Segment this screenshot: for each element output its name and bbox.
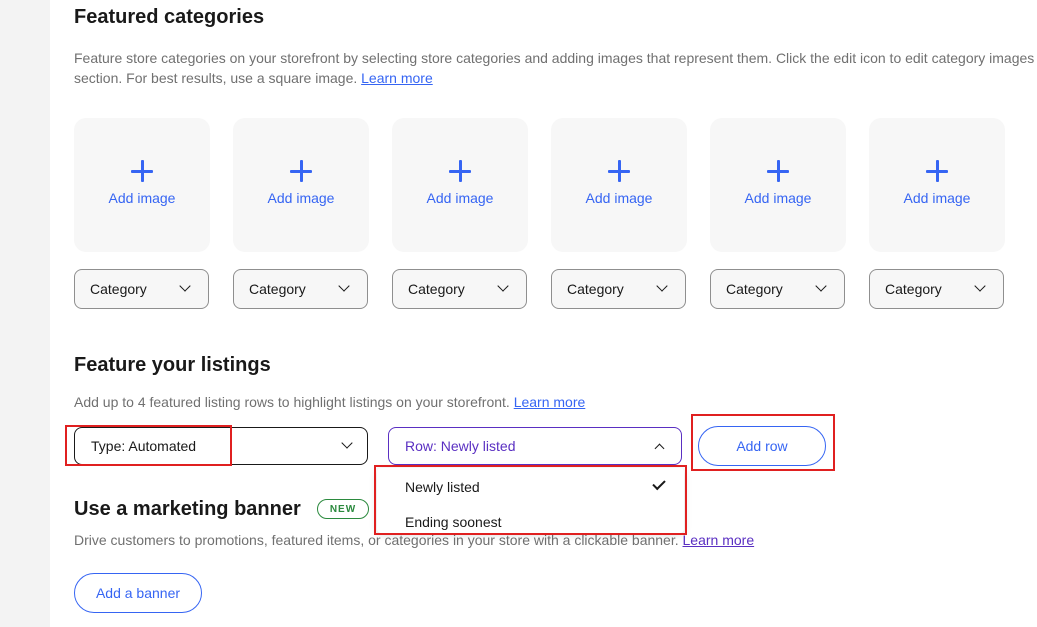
plus-icon [131, 160, 153, 182]
row-dropdown-menu: Newly listed Ending soonest [377, 468, 684, 533]
chevron-down-icon [656, 280, 668, 292]
add-image-tile-4[interactable]: Add image [551, 118, 687, 252]
plus-icon [608, 160, 630, 182]
plus-icon [449, 160, 471, 182]
category-select-label: Category [726, 281, 783, 297]
add-image-tile-1[interactable]: Add image [74, 118, 210, 252]
category-select-5[interactable]: Category [710, 269, 845, 309]
feature-listings-learn-more-link[interactable]: Learn more [514, 394, 586, 410]
add-image-label: Add image [267, 190, 335, 206]
listing-row-select[interactable]: Row: Newly listed [388, 427, 682, 465]
add-image-tile-3[interactable]: Add image [392, 118, 528, 252]
featured-categories-description: Feature store categories on your storefr… [74, 50, 1035, 86]
chevron-down-icon [974, 280, 986, 292]
feature-listings-description: Add up to 4 featured listing rows to hig… [74, 394, 586, 410]
chevron-down-icon [179, 280, 191, 292]
row-option-newly-listed[interactable]: Newly listed [405, 479, 480, 495]
category-select-2[interactable]: Category [233, 269, 368, 309]
row-option-ending-soonest[interactable]: Ending soonest [405, 514, 502, 530]
plus-icon [290, 160, 312, 182]
listing-type-select[interactable]: Type: Automated [74, 427, 368, 465]
add-image-label: Add image [744, 190, 812, 206]
category-select-label: Category [885, 281, 942, 297]
plus-icon [767, 160, 789, 182]
chevron-down-icon [338, 280, 350, 292]
add-image-tile-5[interactable]: Add image [710, 118, 846, 252]
marketing-banner-title: Use a marketing banner [74, 498, 301, 520]
chevron-up-icon [654, 443, 665, 454]
listing-row-value: Row: Newly listed [405, 438, 516, 454]
left-gutter [0, 0, 50, 627]
category-select-label: Category [249, 281, 306, 297]
checkmark-icon [652, 476, 666, 491]
add-image-tile-2[interactable]: Add image [233, 118, 369, 252]
category-select-label: Category [567, 281, 624, 297]
featured-categories-title: Featured categories [74, 6, 265, 28]
new-badge: NEW [317, 499, 369, 519]
add-image-label: Add image [426, 190, 494, 206]
feature-listings-title: Feature your listings [74, 354, 271, 376]
category-select-3[interactable]: Category [392, 269, 527, 309]
add-image-tile-6[interactable]: Add image [869, 118, 1005, 252]
add-banner-button[interactable]: Add a banner [74, 573, 202, 613]
marketing-banner-learn-more-link[interactable]: Learn more [683, 532, 755, 548]
category-select-label: Category [408, 281, 465, 297]
category-select-label: Category [90, 281, 147, 297]
category-select-4[interactable]: Category [551, 269, 686, 309]
category-select-6[interactable]: Category [869, 269, 1004, 309]
listing-type-value: Type: Automated [91, 438, 197, 454]
plus-icon [926, 160, 948, 182]
add-image-label: Add image [585, 190, 653, 206]
featured-categories-learn-more-link[interactable]: Learn more [361, 70, 433, 86]
chevron-down-icon [815, 280, 827, 292]
add-image-label: Add image [903, 190, 971, 206]
marketing-banner-description: Drive customers to promotions, featured … [74, 532, 755, 548]
chevron-down-icon [497, 280, 509, 292]
category-select-1[interactable]: Category [74, 269, 209, 309]
add-row-button[interactable]: Add row [698, 426, 826, 466]
add-image-label: Add image [108, 190, 176, 206]
chevron-down-icon [341, 437, 353, 449]
